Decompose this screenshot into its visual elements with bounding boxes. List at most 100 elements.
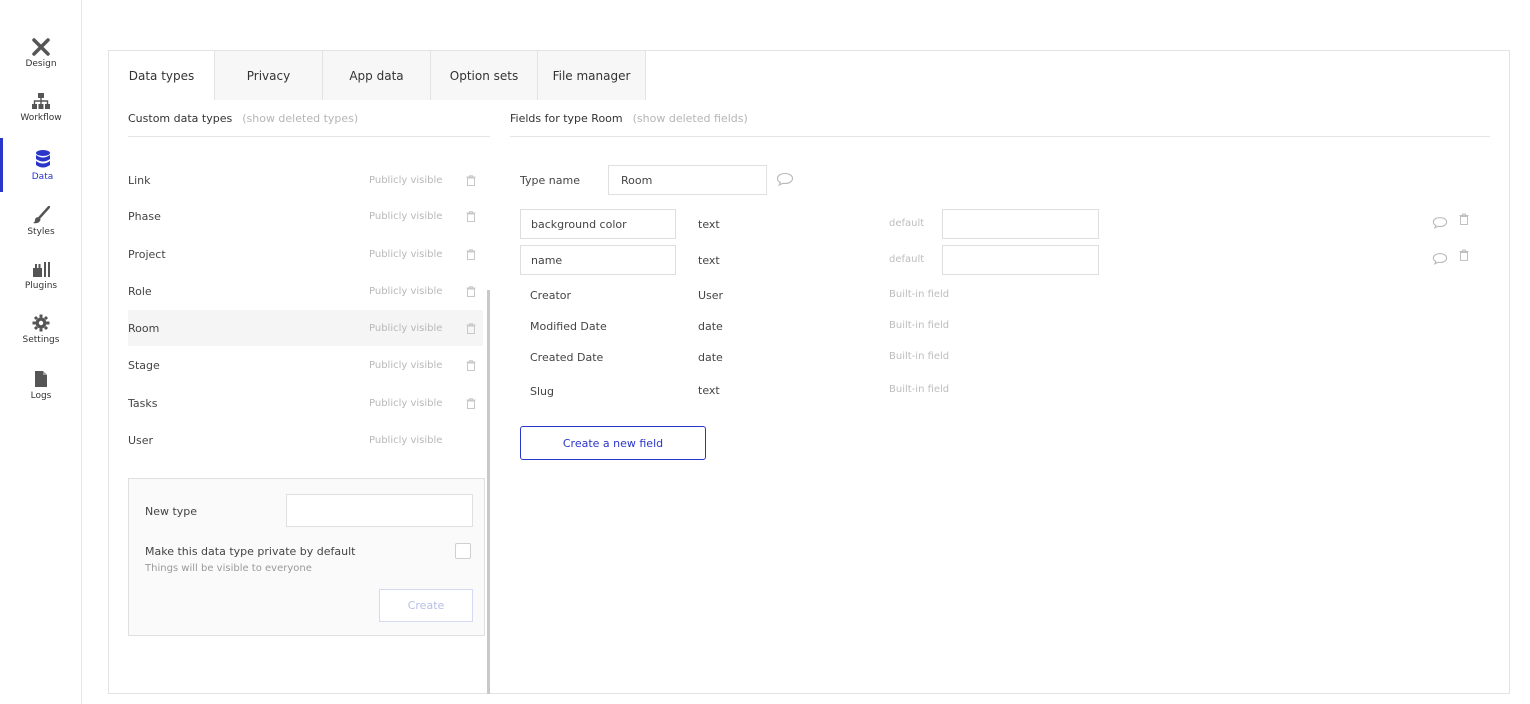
type-name: Role	[128, 284, 152, 298]
show-deleted-types-link[interactable]: (show deleted types)	[242, 112, 358, 125]
trash-icon[interactable]	[1459, 249, 1469, 261]
type-name: Room	[128, 321, 160, 335]
comment-icon[interactable]	[1432, 216, 1448, 229]
sidebar-item-settings[interactable]: Settings	[0, 302, 82, 356]
builtin-field-name: Modified Date	[530, 320, 607, 333]
sidebar-item-label: Styles	[27, 226, 55, 237]
type-name-input[interactable]: Room	[608, 165, 767, 195]
divider	[128, 136, 490, 137]
show-deleted-fields-link[interactable]: (show deleted fields)	[633, 112, 748, 125]
type-row-user[interactable]: User Publicly visible	[128, 422, 483, 458]
builtin-field-type: text	[698, 384, 720, 397]
sidebar-item-plugins[interactable]: Plugins	[0, 248, 82, 302]
visibility-label: Publicly visible	[369, 322, 443, 334]
scrollbar[interactable]	[487, 290, 490, 694]
design-icon	[32, 37, 50, 56]
field-name-input[interactable]: background color	[520, 209, 676, 239]
new-type-label: New type	[145, 505, 198, 518]
new-type-panel: New type Make this data type private by …	[128, 478, 485, 636]
sidebar-item-label: Settings	[22, 334, 60, 345]
builtin-field-name: Creator	[530, 289, 572, 302]
tab-app-data[interactable]: App data	[323, 50, 431, 100]
sidebar-item-label: Plugins	[24, 280, 58, 291]
field-type[interactable]: text	[698, 218, 720, 231]
trash-icon[interactable]	[1459, 213, 1469, 225]
tab-data-types[interactable]: Data types	[108, 50, 215, 100]
type-name: Stage	[128, 358, 160, 372]
tab-file-manager[interactable]: File manager	[538, 50, 646, 100]
builtin-field-type: User	[698, 289, 724, 302]
divider	[510, 136, 1490, 137]
builtin-field-label: Built-in field	[889, 384, 950, 395]
builtin-field-type: date	[698, 320, 723, 333]
field-name-input[interactable]: name	[520, 245, 676, 275]
type-name-label: Type name	[520, 174, 580, 187]
trash-icon[interactable]	[466, 249, 476, 260]
comment-icon[interactable]	[1432, 252, 1448, 265]
left-sidebar: Design Workflow Data Styles Plugins Sett…	[0, 0, 82, 704]
database-icon	[35, 149, 50, 167]
builtin-field-type: date	[698, 351, 723, 364]
trash-icon[interactable]	[466, 175, 476, 186]
field-type[interactable]: text	[698, 254, 720, 267]
trash-icon[interactable]	[466, 286, 476, 297]
comment-icon[interactable]	[776, 172, 794, 186]
visibility-label: Publicly visible	[369, 210, 443, 222]
trash-icon[interactable]	[466, 211, 476, 222]
type-row-stage[interactable]: Stage Publicly visible	[128, 347, 483, 383]
type-name: Phase	[128, 209, 161, 223]
custom-types-title: Custom data types	[128, 112, 233, 125]
workflow-icon	[32, 92, 50, 109]
private-default-checkbox[interactable]	[455, 543, 471, 559]
fields-title: Fields for type Room	[510, 112, 623, 125]
sidebar-item-design[interactable]: Design	[0, 26, 82, 80]
fields-header: Fields for type Room (show deleted fields…	[510, 112, 748, 125]
field-default-input[interactable]	[942, 245, 1099, 275]
type-name: Tasks	[128, 396, 158, 410]
create-type-button[interactable]: Create	[379, 589, 473, 622]
tab-option-sets[interactable]: Option sets	[431, 50, 538, 100]
builtin-field-name: Created Date	[530, 351, 604, 364]
plug-icon	[33, 261, 50, 277]
type-row-project[interactable]: Project Publicly visible	[128, 236, 483, 272]
sidebar-item-styles[interactable]: Styles	[0, 194, 82, 248]
sidebar-item-data[interactable]: Data	[0, 138, 82, 192]
sidebar-item-logs[interactable]: Logs	[0, 358, 82, 412]
private-default-hint: Things will be visible to everyone	[145, 563, 312, 574]
visibility-label: Publicly visible	[369, 285, 443, 297]
private-default-label: Make this data type private by default	[145, 545, 356, 558]
tab-privacy[interactable]: Privacy	[215, 50, 323, 100]
new-type-input[interactable]	[286, 494, 473, 527]
sidebar-item-label: Data	[31, 171, 54, 182]
trash-icon[interactable]	[466, 360, 476, 371]
brush-icon	[33, 205, 50, 223]
visibility-label: Publicly visible	[369, 397, 443, 409]
type-row-phase[interactable]: Phase Publicly visible	[128, 198, 483, 234]
type-row-room[interactable]: Room Publicly visible	[128, 310, 483, 346]
type-row-role[interactable]: Role Publicly visible	[128, 273, 483, 309]
field-default-input[interactable]	[942, 209, 1099, 239]
visibility-label: Publicly visible	[369, 174, 443, 186]
sidebar-item-label: Design	[25, 58, 57, 69]
type-row-link[interactable]: Link Publicly visible	[128, 162, 483, 198]
custom-types-header: Custom data types (show deleted types)	[128, 112, 358, 125]
trash-icon[interactable]	[466, 323, 476, 334]
create-field-button[interactable]: Create a new field	[520, 426, 706, 460]
builtin-field-name: Slug	[530, 385, 554, 398]
type-name: Project	[128, 247, 166, 261]
trash-icon[interactable]	[466, 398, 476, 409]
document-icon	[35, 370, 47, 387]
builtin-field-label: Built-in field	[889, 289, 950, 300]
field-default-label: default	[889, 218, 925, 229]
tab-bar: Data types Privacy App data Option sets …	[108, 50, 646, 100]
sidebar-item-workflow[interactable]: Workflow	[0, 80, 82, 134]
sidebar-item-label: Logs	[30, 390, 52, 401]
type-row-tasks[interactable]: Tasks Publicly visible	[128, 385, 483, 421]
type-name: User	[128, 433, 154, 447]
builtin-field-label: Built-in field	[889, 351, 950, 362]
visibility-label: Publicly visible	[369, 248, 443, 260]
type-name: Link	[128, 173, 151, 187]
builtin-field-label: Built-in field	[889, 320, 950, 331]
gear-icon	[32, 314, 50, 331]
field-default-label: default	[889, 254, 925, 265]
